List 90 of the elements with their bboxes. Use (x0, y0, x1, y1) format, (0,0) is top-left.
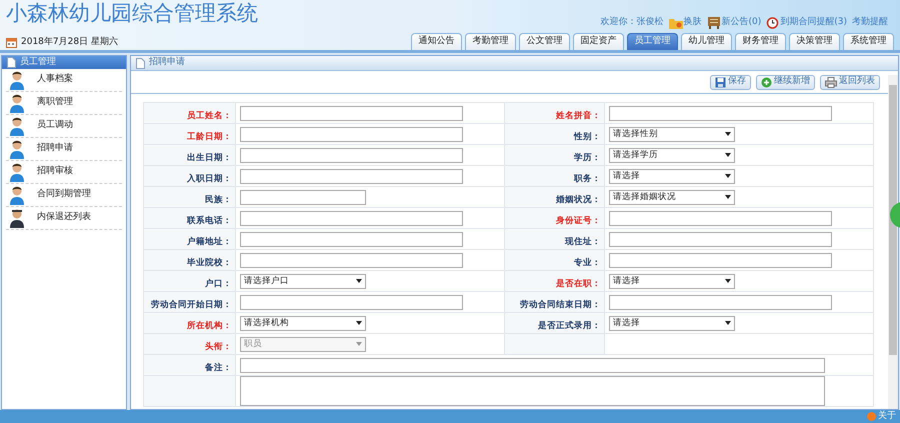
person-icon (9, 70, 25, 90)
dropdown[interactable]: 请选择婚姻状况 (609, 190, 736, 204)
nav-tab[interactable]: 考勤管理 (465, 33, 516, 50)
nav-tab[interactable]: 决策管理 (789, 33, 840, 50)
field-label: 联系电话： (186, 216, 232, 226)
nav-tab[interactable]: 员工管理 (627, 33, 678, 50)
nav-tab[interactable]: 财务管理 (735, 33, 786, 50)
field-label: 身份证号： (556, 216, 602, 226)
toolbar-button[interactable]: 保存 (710, 74, 751, 90)
field-label: 现住址： (565, 237, 602, 247)
plus-circle-icon (761, 76, 772, 88)
text-field[interactable] (240, 232, 463, 246)
dropdown[interactable]: 请选择性别 (609, 126, 736, 142)
sidebar-item[interactable]: 员工调动 (6, 115, 122, 138)
toolbar-button[interactable]: 继续新增 (756, 74, 815, 90)
field-label: 头衔： (204, 342, 232, 352)
nav-tab[interactable]: 公文管理 (519, 33, 570, 50)
text-field[interactable] (609, 252, 832, 268)
folder-icon[interactable] (668, 16, 682, 29)
person-icon (9, 162, 25, 182)
alarm-clock-icon[interactable] (766, 16, 780, 30)
person-icon (9, 93, 25, 113)
date-text: 2018年7月28日 星期六 (21, 36, 118, 49)
nav-tab[interactable]: 系统管理 (843, 33, 894, 50)
scrollbar[interactable] (888, 75, 898, 409)
sidebar-title: 员工管理 (20, 56, 56, 69)
text-field[interactable] (609, 210, 832, 226)
text-field[interactable] (240, 294, 463, 310)
text-field[interactable] (240, 106, 463, 120)
field-label: 备注： (204, 363, 232, 373)
dropdown[interactable]: 请选择 (609, 168, 736, 184)
person-icon (9, 185, 25, 205)
text-field[interactable] (240, 252, 463, 268)
field-label: 职务： (574, 174, 602, 184)
nav-tab[interactable]: 通知公告 (411, 33, 462, 50)
field-label: 员工姓名： (186, 111, 232, 121)
field-label: 户籍地址： (186, 237, 232, 247)
dropdown[interactable]: 请选择学历 (609, 148, 736, 162)
field-label: 出生日期： (186, 153, 232, 163)
text-field[interactable] (609, 106, 832, 120)
app-title: 小森林幼儿园综合管理系统 (6, 0, 258, 26)
text-field[interactable] (240, 210, 463, 226)
field-label: 民族： (204, 195, 232, 205)
floppy-icon (715, 76, 726, 88)
text-field[interactable] (240, 126, 463, 142)
text-field[interactable] (609, 294, 832, 310)
sidebar-item[interactable]: 合同到期管理 (6, 184, 122, 207)
sidebar-item[interactable]: 内保退还列表 (6, 207, 122, 230)
person-icon (9, 139, 25, 159)
field-label: 工龄日期： (186, 132, 232, 142)
dropdown[interactable]: 请选择 (609, 316, 736, 330)
field-label: 所在机构： (186, 321, 232, 331)
welcome-text: 欢迎你：张俊松 (600, 16, 664, 29)
sidebar-item[interactable]: 人事档案 (6, 69, 122, 92)
field-label: 是否正式录用： (538, 321, 602, 331)
sidebar-item[interactable]: 离职管理 (6, 92, 122, 115)
dropdown[interactable]: 请选择户口 (240, 274, 366, 288)
info-icon (867, 412, 876, 421)
document-icon (136, 58, 145, 68)
printer-icon (825, 76, 837, 88)
dropdown[interactable]: 请选择机构 (240, 316, 366, 330)
dropdown: 职员 (240, 336, 366, 352)
field-label: 户口： (204, 279, 232, 289)
guard-icon (9, 208, 25, 228)
field-label: 性别： (574, 132, 602, 142)
field-label: 劳动合同开始日期： (150, 300, 232, 310)
text-field[interactable] (240, 148, 463, 162)
nav-tab[interactable]: 幼儿管理 (681, 33, 732, 50)
calendar-icon (6, 37, 17, 48)
field-label: 入职日期： (186, 174, 232, 184)
sidebar-item[interactable]: 招聘申请 (6, 138, 122, 161)
sidebar-item[interactable]: 招聘审核 (6, 161, 122, 184)
field-label: 是否在职： (556, 279, 602, 289)
field-label: 姓名拼音： (556, 111, 602, 121)
field-label: 毕业院校： (186, 258, 232, 268)
toolbar-button[interactable]: 返回列表 (820, 74, 880, 90)
text-area[interactable] (240, 376, 825, 406)
field-label: 劳动合同结束日期： (520, 300, 602, 310)
dropdown[interactable]: 请选择 (609, 274, 736, 288)
panel-title: 招聘申请 (149, 56, 185, 70)
text-field[interactable] (609, 232, 832, 246)
field-label: 专业： (574, 258, 602, 268)
field-label: 婚姻状况： (556, 195, 602, 205)
board-icon[interactable] (706, 16, 720, 29)
field-label: 学历： (574, 153, 602, 163)
person-icon (9, 116, 25, 136)
text-field[interactable] (240, 358, 825, 372)
nav-tab[interactable]: 固定资产 (573, 33, 624, 50)
text-field[interactable] (240, 168, 463, 184)
text-field[interactable] (240, 190, 366, 204)
